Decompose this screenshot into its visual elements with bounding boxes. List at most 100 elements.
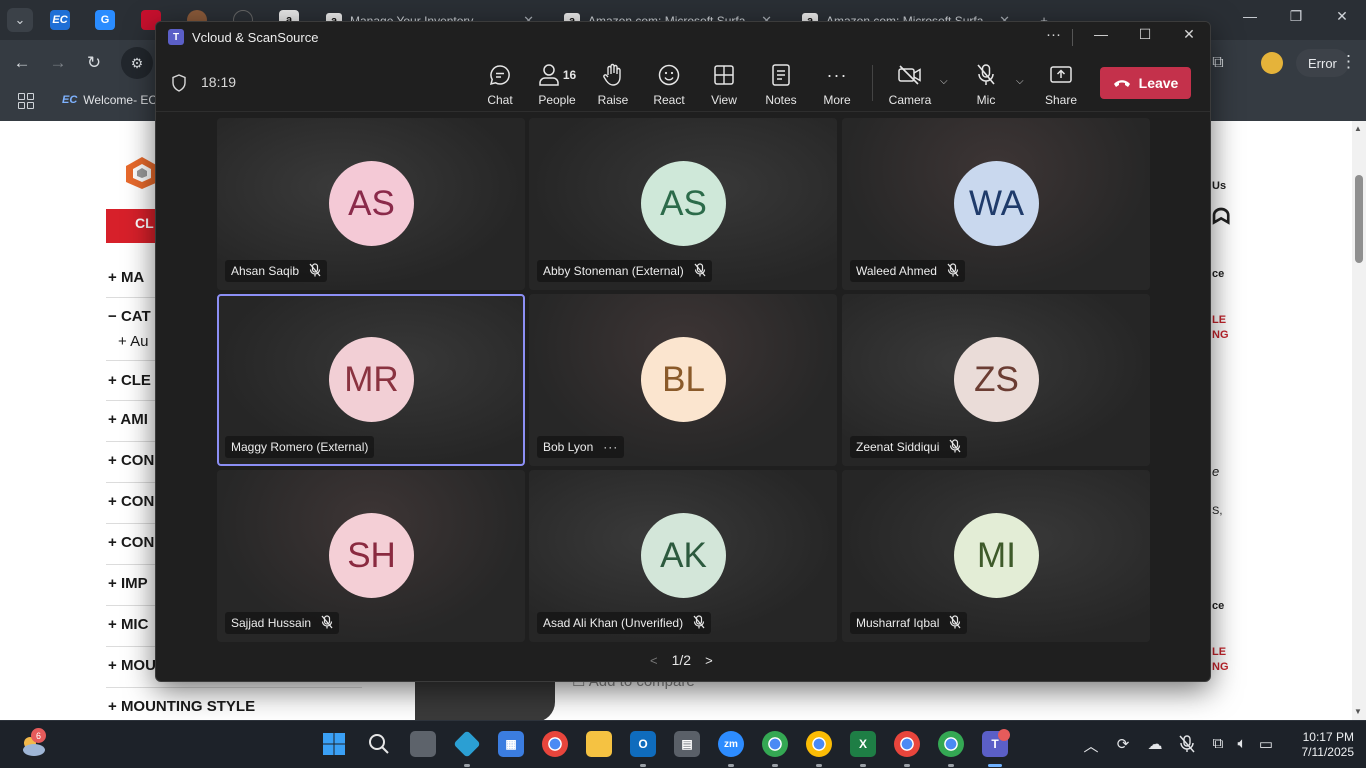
camera-options-chevron-icon[interactable]: ⌵ xyxy=(940,76,948,87)
leave-button[interactable]: Leave xyxy=(1100,67,1191,99)
app-diamond-icon[interactable] xyxy=(453,730,481,758)
people-button[interactable]: 16 People xyxy=(532,62,582,107)
apps-grid-icon[interactable] xyxy=(18,93,34,109)
close-icon[interactable]: ✕ xyxy=(1174,26,1204,43)
view-button[interactable]: View xyxy=(699,62,749,107)
mic-muted-icon xyxy=(693,614,705,632)
mic-button[interactable]: Mic xyxy=(961,62,1011,107)
filter-category[interactable]: + MOU xyxy=(108,657,156,674)
camera-button[interactable]: Camera xyxy=(885,62,935,107)
tab-search-button[interactable]: ⌄ xyxy=(7,8,33,32)
scrollbar-thumb[interactable] xyxy=(1355,175,1363,263)
react-button[interactable]: React xyxy=(644,62,694,107)
pinned-tab-g[interactable]: G xyxy=(95,10,115,30)
reload-icon[interactable]: ↻ xyxy=(82,51,106,75)
participant-tile[interactable]: BL Bob Lyon ··· xyxy=(529,294,837,466)
filter-category[interactable]: + IMP xyxy=(108,575,148,592)
react-smiley-icon xyxy=(644,62,694,88)
filter-category[interactable]: + AMI xyxy=(108,411,148,428)
filter-category[interactable]: + CON xyxy=(108,452,154,469)
participant-name: Sajjad Hussain xyxy=(231,616,312,630)
file-explorer-icon[interactable] xyxy=(586,731,612,757)
more-dots-icon[interactable]: ··· xyxy=(603,440,618,454)
volume-icon[interactable]: 🔈︎ xyxy=(1231,735,1253,752)
filter-category[interactable]: + CON xyxy=(108,534,154,551)
filter-category[interactable]: + CLE xyxy=(108,372,151,389)
profile-avatar[interactable] xyxy=(1261,52,1283,74)
participant-tile[interactable]: AK Asad Ali Khan (Unverified) xyxy=(529,470,837,642)
show-hidden-icons-chevron[interactable]: ︿ xyxy=(1080,735,1102,756)
mic-muted-icon xyxy=(949,438,961,456)
excel-icon[interactable]: X xyxy=(850,731,876,757)
mic-muted-icon xyxy=(947,262,959,280)
pinned-tab-ec[interactable]: EC xyxy=(50,10,70,30)
people-count: 16 xyxy=(562,68,577,82)
participant-tile[interactable]: AS Ahsan Saqib xyxy=(217,118,525,290)
restore-icon[interactable]: ❐ xyxy=(1276,8,1316,25)
participant-name: Maggy Romero (External) xyxy=(231,440,369,454)
network-icon[interactable]: ⧉ xyxy=(1207,735,1229,752)
mic-off-icon xyxy=(961,62,1011,88)
zoom-icon[interactable]: zm xyxy=(718,731,744,757)
next-page-icon[interactable]: > xyxy=(705,653,713,668)
chrome-icon[interactable] xyxy=(542,731,568,757)
outlook-icon[interactable]: O xyxy=(630,731,656,757)
browser-menu-icon[interactable]: ⋮ xyxy=(1340,52,1357,72)
battery-icon[interactable]: ▭ xyxy=(1255,735,1277,753)
participant-name-chip: Bob Lyon ··· xyxy=(537,436,625,458)
minimize-icon[interactable]: — xyxy=(1086,26,1116,42)
filter-category[interactable]: + MOUNTING STYLE xyxy=(108,698,255,715)
notes-button[interactable]: Notes xyxy=(756,62,806,107)
task-view-icon[interactable] xyxy=(410,731,436,757)
participant-name: Ahsan Saqib xyxy=(231,264,300,278)
teams-meeting-window: T Vcloud & ScanSource ··· — ☐ ✕ 18:19 Ch… xyxy=(155,21,1211,682)
more-button[interactable]: ··· More xyxy=(812,62,862,108)
more-options-icon[interactable]: ··· xyxy=(1046,26,1061,43)
product-image[interactable] xyxy=(415,682,555,722)
start-windows-icon[interactable] xyxy=(321,731,347,757)
calculator-icon[interactable]: ▤ xyxy=(674,731,700,757)
filter-category[interactable]: + MA xyxy=(108,269,144,286)
raise-hand-button[interactable]: Raise xyxy=(588,62,638,107)
microsoft-store-icon[interactable]: ▦ xyxy=(498,731,524,757)
previous-page-icon[interactable]: < xyxy=(650,653,658,668)
participant-name: Bob Lyon xyxy=(543,440,594,454)
scroll-up-icon[interactable]: ▲ xyxy=(1354,124,1362,133)
chrome-profile-icon[interactable] xyxy=(938,731,964,757)
participant-tile[interactable]: SH Sajjad Hussain xyxy=(217,470,525,642)
participant-name-chip: Asad Ali Khan (Unverified) xyxy=(537,612,712,634)
running-indicator xyxy=(816,764,822,767)
chrome-profile-icon[interactable] xyxy=(894,731,920,757)
cloud-icon[interactable]: ☁ xyxy=(1144,735,1166,753)
bookmark-item[interactable]: EC Welcome- EC xyxy=(62,93,157,107)
page-scrollbar[interactable]: ▲ ▼ xyxy=(1352,121,1366,720)
filter-subcategory[interactable]: + Au xyxy=(118,333,148,350)
filter-category[interactable]: + MIC xyxy=(108,616,148,633)
chat-button[interactable]: Chat xyxy=(475,62,525,107)
participant-tile[interactable]: MI Musharraf Iqbal xyxy=(842,470,1150,642)
search-icon[interactable] xyxy=(366,731,392,757)
filter-category[interactable]: − CAT xyxy=(108,308,151,325)
participant-tile[interactable]: MR Maggy Romero (External) xyxy=(217,294,525,466)
site-settings-icon[interactable]: ⚙ xyxy=(121,47,153,79)
chrome-profile-icon[interactable] xyxy=(762,731,788,757)
participant-name-chip: Musharraf Iqbal xyxy=(850,612,968,634)
back-icon[interactable]: ← xyxy=(10,51,34,75)
participant-tile[interactable]: ZS Zeenat Siddiqui xyxy=(842,294,1150,466)
minimize-icon[interactable]: — xyxy=(1230,8,1270,24)
forward-icon[interactable]: → xyxy=(46,51,70,75)
mic-options-chevron-icon[interactable]: ⌵ xyxy=(1016,76,1024,87)
sync-icon[interactable]: ⟳ xyxy=(1112,735,1134,753)
maximize-icon[interactable]: ☐ xyxy=(1130,26,1160,43)
share-button[interactable]: Share xyxy=(1036,62,1086,107)
participant-tile[interactable]: AS Abby Stoneman (External) xyxy=(529,118,837,290)
filter-category[interactable]: + CON xyxy=(108,493,154,510)
system-clock[interactable]: 10:17 PM 7/11/2025 xyxy=(1284,730,1355,760)
mic-muted-icon[interactable] xyxy=(1176,735,1198,757)
chrome-profile-icon[interactable] xyxy=(806,731,832,757)
mic-muted-icon xyxy=(321,614,333,632)
scroll-down-icon[interactable]: ▼ xyxy=(1354,707,1362,716)
close-icon[interactable]: ✕ xyxy=(1322,8,1362,25)
participant-name-chip: Abby Stoneman (External) xyxy=(537,260,712,282)
participant-tile[interactable]: WA Waleed Ahmed xyxy=(842,118,1150,290)
